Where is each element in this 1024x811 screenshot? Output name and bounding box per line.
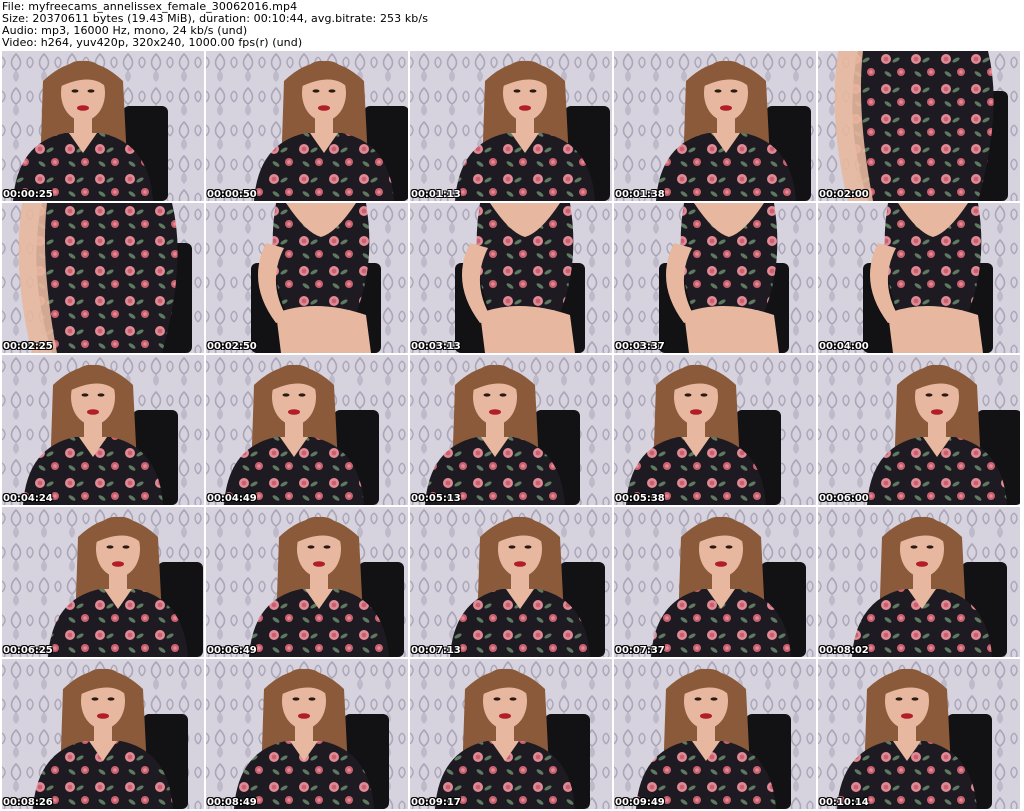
thumbnail-frame: 00:09:17 <box>410 659 612 809</box>
thumbnail-timestamp: 00:08:49 <box>207 797 257 808</box>
thumbnail-timestamp: 00:00:25 <box>3 189 53 200</box>
thumbnail-timestamp: 00:00:50 <box>207 189 257 200</box>
thumbnail-frame: 00:00:50 <box>206 51 408 201</box>
thumbnail-frame: 00:04:24 <box>2 355 204 505</box>
thumbnail-timestamp: 00:08:02 <box>819 645 869 656</box>
thumbnail-frame: 00:07:13 <box>410 507 612 657</box>
thumbnail-timestamp: 00:04:24 <box>3 493 53 504</box>
thumbnail-timestamp: 00:06:00 <box>819 493 869 504</box>
thumbnail-grid: 00:00:25 00:00:50 00:01:13 00:01:38 00:02:00… <box>2 51 1022 811</box>
thumbnail-timestamp: 00:05:38 <box>615 493 665 504</box>
thumbnail-frame: 00:01:38 <box>614 51 816 201</box>
thumbnail-frame: 00:04:00 <box>818 203 1020 353</box>
thumbnail-image <box>2 355 204 505</box>
thumbnail-frame: 00:04:49 <box>206 355 408 505</box>
thumbnail-frame: 00:00:25 <box>2 51 204 201</box>
thumbnail-frame: 00:01:13 <box>410 51 612 201</box>
thumbnail-frame: 00:05:38 <box>614 355 816 505</box>
thumbnail-timestamp: 00:04:00 <box>819 341 869 352</box>
thumbnail-image <box>410 51 612 201</box>
video-info-line: Video: h264, yuv420p, 320x240, 1000.00 f… <box>2 36 303 49</box>
thumbnail-image <box>614 51 816 201</box>
thumbnail-image <box>2 507 204 657</box>
thumbnail-image <box>614 507 816 657</box>
thumbnail-timestamp: 00:08:26 <box>3 797 53 808</box>
thumbnail-image <box>818 659 1020 809</box>
thumbnail-image <box>818 203 1020 353</box>
thumbnail-timestamp: 00:01:38 <box>615 189 665 200</box>
thumbnail-timestamp: 00:03:37 <box>615 341 665 352</box>
thumbnail-frame: 00:03:13 <box>410 203 612 353</box>
thumbnail-image <box>614 355 816 505</box>
thumbnail-image <box>614 659 816 809</box>
thumbnail-frame: 00:02:00 <box>818 51 1020 201</box>
thumbnail-image <box>410 355 612 505</box>
thumbnail-frame: 00:06:00 <box>818 355 1020 505</box>
thumbnail-frame: 00:05:13 <box>410 355 612 505</box>
thumbnail-frame: 00:08:26 <box>2 659 204 809</box>
thumbnail-image <box>206 51 408 201</box>
thumbnail-frame: 00:06:49 <box>206 507 408 657</box>
thumbnail-timestamp: 00:06:25 <box>3 645 53 656</box>
thumbnail-image <box>206 507 408 657</box>
thumbnail-image <box>2 51 204 201</box>
thumbnail-timestamp: 00:04:49 <box>207 493 257 504</box>
thumbnail-image <box>818 507 1020 657</box>
thumbnail-timestamp: 00:02:00 <box>819 189 869 200</box>
thumbnail-image <box>2 659 204 809</box>
thumbnail-timestamp: 00:03:13 <box>411 341 461 352</box>
thumbnail-frame: 00:08:02 <box>818 507 1020 657</box>
thumbnail-frame: 00:08:49 <box>206 659 408 809</box>
thumbnail-timestamp: 00:02:50 <box>207 341 257 352</box>
thumbnail-frame: 00:07:37 <box>614 507 816 657</box>
thumbnail-timestamp: 00:10:14 <box>819 797 869 808</box>
thumbnail-frame: 00:03:37 <box>614 203 816 353</box>
thumbnail-frame: 00:06:25 <box>2 507 204 657</box>
thumbnail-frame: 00:10:14 <box>818 659 1020 809</box>
thumbnail-image <box>410 507 612 657</box>
thumbnail-timestamp: 00:09:49 <box>615 797 665 808</box>
thumbnail-image <box>410 203 612 353</box>
thumbnail-timestamp: 00:01:13 <box>411 189 461 200</box>
thumbnail-image <box>206 659 408 809</box>
thumbnail-timestamp: 00:02:25 <box>3 341 53 352</box>
thumbnail-frame: 00:09:49 <box>614 659 816 809</box>
thumbnail-image <box>2 203 204 353</box>
thumbnail-image <box>206 355 408 505</box>
thumbnail-timestamp: 00:06:49 <box>207 645 257 656</box>
thumbnail-image <box>410 659 612 809</box>
thumbnail-frame: 00:02:25 <box>2 203 204 353</box>
thumbnail-timestamp: 00:07:37 <box>615 645 665 656</box>
thumbnail-image <box>206 203 408 353</box>
thumbnail-timestamp: 00:05:13 <box>411 493 461 504</box>
thumbnail-image <box>818 355 1020 505</box>
thumbnail-timestamp: 00:07:13 <box>411 645 461 656</box>
thumbnail-image <box>614 203 816 353</box>
thumbnail-timestamp: 00:09:17 <box>411 797 461 808</box>
thumbnail-frame: 00:02:50 <box>206 203 408 353</box>
thumbnail-image <box>818 51 1020 201</box>
file-info-header: File: myfreecams_annelissex_female_30062… <box>0 0 1024 50</box>
